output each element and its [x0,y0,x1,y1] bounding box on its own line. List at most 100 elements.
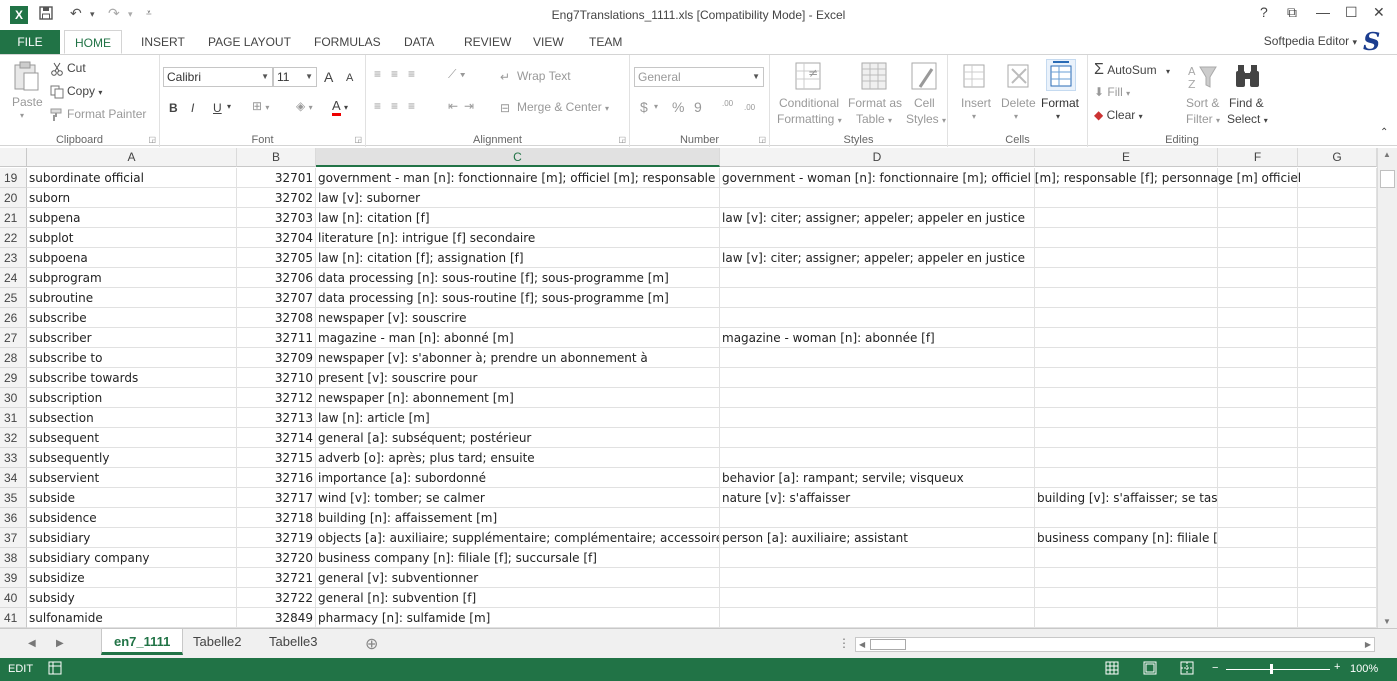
cell-f[interactable] [1218,528,1298,548]
cell-f[interactable] [1218,248,1298,268]
merge-center-button[interactable]: ⊟ Merge & Center ▾ [500,100,609,115]
cell-e[interactable] [1035,208,1218,228]
scroll-down-icon[interactable]: ▼ [1383,617,1391,626]
tab-home[interactable]: HOME [64,30,122,54]
cell-g[interactable] [1298,308,1377,328]
format-as-table-button[interactable]: Format as [848,96,902,110]
row-header[interactable]: 29 [0,368,27,388]
cell-c[interactable]: literature [n]: intrigue [f] secondaire [316,228,720,248]
cell-g[interactable] [1298,168,1377,188]
row-header[interactable]: 35 [0,488,27,508]
cell-c[interactable]: general [n]: subvention [f] [316,588,720,608]
cell-g[interactable] [1298,588,1377,608]
paste-dropdown-icon[interactable]: ▾ [20,111,24,120]
cell-g[interactable] [1298,548,1377,568]
new-sheet-icon[interactable]: ⊕ [365,634,378,654]
insert-dropdown-icon[interactable]: ▾ [972,112,976,121]
cell-b[interactable]: 32711 [237,328,316,348]
bold-button[interactable]: B [169,101,178,115]
cell-e[interactable] [1035,228,1218,248]
cell-a[interactable]: subpena [27,208,237,228]
row-header[interactable]: 32 [0,428,27,448]
cell-d[interactable] [720,608,1035,628]
cell-g[interactable] [1298,328,1377,348]
vertical-scrollbar[interactable]: ▲ ▼ [1377,148,1397,628]
cell-a[interactable]: subsidiary company [27,548,237,568]
cell-a[interactable]: subsequently [27,448,237,468]
tab-view[interactable]: VIEW [533,30,564,54]
number-format-combo[interactable]: General ▼ [634,67,764,87]
number-dialog-launcher-icon[interactable]: ◲ [758,135,766,144]
row-header[interactable]: 24 [0,268,27,288]
cell-d[interactable] [720,408,1035,428]
cell-a[interactable]: subplot [27,228,237,248]
cell-c[interactable]: law [n]: article [m] [316,408,720,428]
insert-cells-button[interactable]: Insert [961,96,991,110]
cell-f[interactable] [1218,468,1298,488]
row-header[interactable]: 39 [0,568,27,588]
cell-c[interactable]: present [v]: souscrire pour [316,368,720,388]
row-header[interactable]: 28 [0,348,27,368]
cell-a[interactable]: subsidence [27,508,237,528]
row-header[interactable]: 21 [0,208,27,228]
clear-button[interactable]: ◆ Clear ▾ [1094,108,1143,122]
cell-a[interactable]: subsidiary [27,528,237,548]
cell-c[interactable]: data processing [n]: sous-routine [f]; s… [316,288,720,308]
cell-b[interactable]: 32712 [237,388,316,408]
row-header[interactable]: 23 [0,248,27,268]
account-name[interactable]: Softpedia Editor ▾ [1264,34,1357,48]
cell-a[interactable]: subscription [27,388,237,408]
tab-page-layout[interactable]: PAGE LAYOUT [208,30,291,54]
clipboard-dialog-launcher-icon[interactable]: ◲ [148,135,156,144]
cell-a[interactable]: sulfonamide [27,608,237,628]
cell-g[interactable] [1298,448,1377,468]
cell-f[interactable] [1218,508,1298,528]
cell-a[interactable]: subroutine [27,288,237,308]
page-layout-view-icon[interactable] [1143,661,1157,678]
cell-a[interactable]: subscribe [27,308,237,328]
cell-d[interactable] [720,308,1035,328]
underline-dropdown-icon[interactable]: ▾ [227,102,231,111]
cell-b[interactable]: 32704 [237,228,316,248]
underline-button[interactable]: U [213,101,222,115]
cell-g[interactable] [1298,228,1377,248]
cell-g[interactable] [1298,348,1377,368]
cell-e[interactable] [1035,588,1218,608]
cell-f[interactable] [1218,488,1298,508]
cell-e[interactable] [1035,608,1218,628]
format-as-table-button-line2[interactable]: Table ▾ [856,112,892,126]
cell-a[interactable]: subside [27,488,237,508]
format-painter-button[interactable]: Format Painter [50,107,146,122]
cell-b[interactable]: 32719 [237,528,316,548]
cell-e[interactable] [1035,408,1218,428]
cell-f[interactable] [1218,328,1298,348]
cell-b[interactable]: 32722 [237,588,316,608]
fill-color-button[interactable]: ◈ ▾ [296,99,313,113]
cell-d[interactable]: behavior [a]: rampant; servile; visqueux [720,468,1035,488]
cell-e[interactable] [1035,548,1218,568]
row-header[interactable]: 31 [0,408,27,428]
paste-icon[interactable] [12,61,42,93]
cell-d[interactable]: person [a]: auxiliaire; assistant [720,528,1035,548]
cell-c[interactable]: general [v]: subventionner [316,568,720,588]
cell-g[interactable] [1298,208,1377,228]
cell-c[interactable]: general [a]: subséquent; postérieur [316,428,720,448]
row-header[interactable]: 40 [0,588,27,608]
increase-decimal-button[interactable]: .00 [722,99,733,108]
cell-e[interactable] [1035,248,1218,268]
font-name-combo[interactable]: Calibri ▼ [163,67,273,87]
currency-dropdown-icon[interactable]: ▾ [654,102,658,111]
collapse-ribbon-icon[interactable]: ⌃ [1380,127,1388,138]
cell-d[interactable]: magazine - woman [n]: abonnée [f] [720,328,1035,348]
delete-cells-button[interactable]: Delete [1001,96,1036,110]
cell-f[interactable] [1218,288,1298,308]
cell-b[interactable]: 32701 [237,168,316,188]
cell-a[interactable]: subsidy [27,588,237,608]
sheet-tab-en7-1111[interactable]: en7_1111 [101,629,184,655]
cell-g[interactable] [1298,368,1377,388]
cell-e[interactable] [1035,468,1218,488]
cell-c[interactable]: newspaper [n]: abonnement [m] [316,388,720,408]
file-tab[interactable]: FILE [0,30,60,54]
cell-g[interactable] [1298,488,1377,508]
cell-f[interactable] [1218,588,1298,608]
